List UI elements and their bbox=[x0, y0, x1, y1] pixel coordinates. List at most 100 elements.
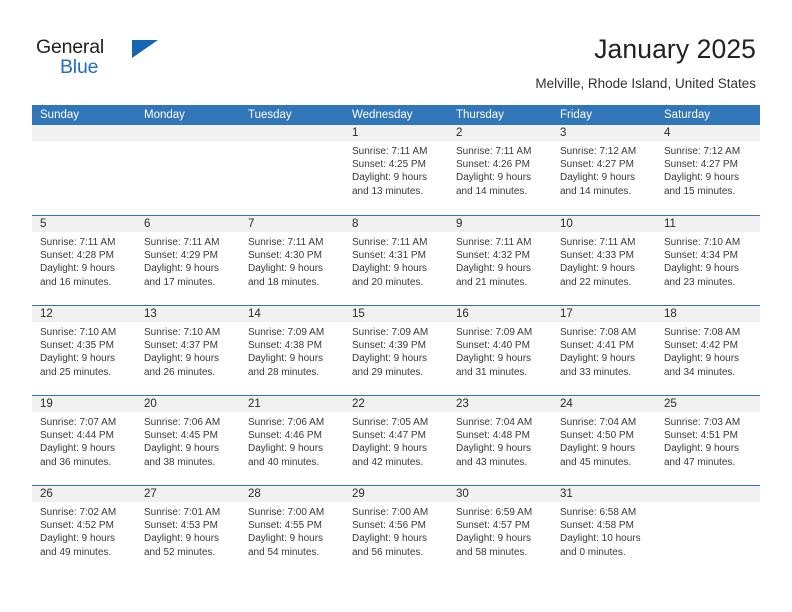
calendar-day-cell[interactable]: 3 Sunrise: 7:12 AM Sunset: 4:27 PM Daylight… bbox=[552, 125, 656, 215]
sunrise-time: Sunrise: 7:09 AM bbox=[352, 327, 429, 338]
day-number bbox=[240, 125, 344, 142]
calendar-day-cell[interactable]: 12 Sunrise: 7:10 AM Sunset: 4:35 PM Dayligh… bbox=[32, 306, 136, 395]
calendar-day-cell-empty bbox=[136, 125, 240, 215]
calendar-day-cell[interactable]: 5 Sunrise: 7:11 AM Sunset: 4:28 PM Daylight… bbox=[32, 216, 136, 305]
day-sun-info: Sunrise: 7:00 AM Sunset: 4:56 PM Daylight:… bbox=[344, 503, 448, 559]
calendar-day-cell[interactable]: 1 Sunrise: 7:11 AM Sunset: 4:25 PM Daylight… bbox=[344, 125, 448, 215]
calendar-day-cell[interactable]: 31 Sunrise: 6:58 AM Sunset: 4:58 PM Dayligh… bbox=[552, 486, 656, 575]
calendar-day-cell[interactable]: 2 Sunrise: 7:11 AM Sunset: 4:26 PM Daylight… bbox=[448, 125, 552, 215]
calendar-day-cell[interactable]: 14 Sunrise: 7:09 AM Sunset: 4:38 PM Dayligh… bbox=[240, 306, 344, 395]
day-number bbox=[32, 125, 136, 142]
day-sun-info: Sunrise: 7:08 AM Sunset: 4:41 PM Daylight:… bbox=[552, 323, 656, 379]
sunrise-time: Sunrise: 7:11 AM bbox=[352, 237, 428, 248]
sunrise-time: Sunrise: 7:09 AM bbox=[248, 327, 325, 338]
calendar-day-cell[interactable]: 4 Sunrise: 7:12 AM Sunset: 4:27 PM Daylight… bbox=[656, 125, 760, 215]
sunrise-time: Sunrise: 7:09 AM bbox=[456, 327, 533, 338]
weekday-header-sunday: Sunday bbox=[40, 109, 80, 121]
calendar-day-cell[interactable]: 27 Sunrise: 7:01 AM Sunset: 4:53 PM Dayligh… bbox=[136, 486, 240, 575]
daylight-duration-line2: and 52 minutes. bbox=[144, 546, 216, 558]
sunset-time: Sunset: 4:34 PM bbox=[664, 250, 738, 262]
daylight-duration-line1: Daylight: 9 hours bbox=[144, 533, 220, 545]
sunrise-time: Sunrise: 7:08 AM bbox=[664, 327, 741, 338]
day-sun-info: Sunrise: 7:11 AM Sunset: 4:31 PM Daylight:… bbox=[344, 233, 448, 289]
day-sun-info: Sunrise: 7:10 AM Sunset: 4:34 PM Daylight:… bbox=[656, 233, 760, 289]
calendar-day-cell[interactable]: 20 Sunrise: 7:06 AM Sunset: 4:45 PM Dayligh… bbox=[136, 396, 240, 485]
sunrise-time: Sunrise: 7:06 AM bbox=[144, 417, 221, 428]
daylight-duration-line2: and 14 minutes. bbox=[456, 185, 528, 197]
sunset-time: Sunset: 4:56 PM bbox=[352, 520, 426, 532]
day-number: 7 bbox=[240, 216, 344, 233]
daylight-duration-line2: and 31 minutes. bbox=[456, 366, 528, 378]
day-sun-info: Sunrise: 7:06 AM Sunset: 4:46 PM Daylight:… bbox=[240, 413, 344, 469]
day-sun-info: Sunrise: 7:00 AM Sunset: 4:55 PM Daylight:… bbox=[240, 503, 344, 559]
daylight-duration-line2: and 18 minutes. bbox=[248, 276, 320, 288]
calendar-day-cell[interactable]: 17 Sunrise: 7:08 AM Sunset: 4:41 PM Dayligh… bbox=[552, 306, 656, 395]
sunrise-time: Sunrise: 7:10 AM bbox=[664, 237, 741, 248]
sunset-time: Sunset: 4:50 PM bbox=[560, 430, 634, 442]
sunrise-time: Sunrise: 7:11 AM bbox=[456, 146, 532, 157]
sunset-time: Sunset: 4:47 PM bbox=[352, 430, 426, 442]
sunset-time: Sunset: 4:33 PM bbox=[560, 250, 634, 262]
general-blue-logo[interactable]: General Blue bbox=[36, 36, 158, 84]
calendar-day-cell[interactable]: 24 Sunrise: 7:04 AM Sunset: 4:50 PM Dayligh… bbox=[552, 396, 656, 485]
calendar-day-cell[interactable]: 7 Sunrise: 7:11 AM Sunset: 4:30 PM Daylight… bbox=[240, 216, 344, 305]
calendar-day-cell[interactable]: 29 Sunrise: 7:00 AM Sunset: 4:56 PM Dayligh… bbox=[344, 486, 448, 575]
day-sun-info: Sunrise: 7:11 AM Sunset: 4:33 PM Daylight:… bbox=[552, 233, 656, 289]
sunset-time: Sunset: 4:32 PM bbox=[456, 250, 530, 262]
daylight-duration-line1: Daylight: 9 hours bbox=[144, 443, 220, 455]
sunrise-time: Sunrise: 6:58 AM bbox=[560, 507, 637, 518]
calendar-day-cell[interactable]: 15 Sunrise: 7:09 AM Sunset: 4:39 PM Dayligh… bbox=[344, 306, 448, 395]
day-sun-info: Sunrise: 7:08 AM Sunset: 4:42 PM Daylight:… bbox=[656, 323, 760, 379]
daylight-duration-line2: and 25 minutes. bbox=[40, 366, 112, 378]
daylight-duration-line2: and 56 minutes. bbox=[352, 546, 424, 558]
calendar-day-cell[interactable]: 10 Sunrise: 7:11 AM Sunset: 4:33 PM Dayligh… bbox=[552, 216, 656, 305]
day-number: 3 bbox=[552, 125, 656, 142]
sunset-time: Sunset: 4:51 PM bbox=[664, 430, 738, 442]
sunrise-time: Sunrise: 7:11 AM bbox=[248, 237, 324, 248]
daylight-duration-line1: Daylight: 9 hours bbox=[352, 172, 428, 184]
daylight-duration-line2: and 34 minutes. bbox=[664, 366, 736, 378]
day-number: 13 bbox=[136, 306, 240, 323]
calendar-week-row: 12 Sunrise: 7:10 AM Sunset: 4:35 PM Dayligh… bbox=[32, 305, 760, 395]
sunset-time: Sunset: 4:28 PM bbox=[40, 250, 114, 262]
calendar-day-cell[interactable]: 25 Sunrise: 7:03 AM Sunset: 4:51 PM Dayligh… bbox=[656, 396, 760, 485]
daylight-duration-line2: and 23 minutes. bbox=[664, 276, 736, 288]
sunset-time: Sunset: 4:42 PM bbox=[664, 340, 738, 352]
day-sun-info: Sunrise: 7:05 AM Sunset: 4:47 PM Daylight:… bbox=[344, 413, 448, 469]
calendar-day-cell[interactable]: 26 Sunrise: 7:02 AM Sunset: 4:52 PM Dayligh… bbox=[32, 486, 136, 575]
calendar-day-cell[interactable]: 11 Sunrise: 7:10 AM Sunset: 4:34 PM Dayligh… bbox=[656, 216, 760, 305]
calendar-day-cell[interactable]: 16 Sunrise: 7:09 AM Sunset: 4:40 PM Dayligh… bbox=[448, 306, 552, 395]
calendar-day-cell[interactable]: 28 Sunrise: 7:00 AM Sunset: 4:55 PM Dayligh… bbox=[240, 486, 344, 575]
day-sun-info: Sunrise: 7:07 AM Sunset: 4:44 PM Daylight:… bbox=[32, 413, 136, 469]
sunrise-time: Sunrise: 7:10 AM bbox=[40, 327, 117, 338]
day-number: 17 bbox=[552, 306, 656, 323]
calendar-day-cell[interactable]: 23 Sunrise: 7:04 AM Sunset: 4:48 PM Dayligh… bbox=[448, 396, 552, 485]
calendar-day-cell[interactable]: 6 Sunrise: 7:11 AM Sunset: 4:29 PM Daylight… bbox=[136, 216, 240, 305]
day-sun-info: Sunrise: 7:06 AM Sunset: 4:45 PM Daylight:… bbox=[136, 413, 240, 469]
day-sun-info: Sunrise: 7:09 AM Sunset: 4:39 PM Daylight:… bbox=[344, 323, 448, 379]
calendar-day-cell[interactable]: 30 Sunrise: 6:59 AM Sunset: 4:57 PM Dayligh… bbox=[448, 486, 552, 575]
calendar-day-cell-empty bbox=[32, 125, 136, 215]
sunset-time: Sunset: 4:27 PM bbox=[664, 159, 738, 171]
calendar-day-cell[interactable]: 22 Sunrise: 7:05 AM Sunset: 4:47 PM Dayligh… bbox=[344, 396, 448, 485]
sunrise-time: Sunrise: 7:05 AM bbox=[352, 417, 429, 428]
calendar-day-cell[interactable]: 18 Sunrise: 7:08 AM Sunset: 4:42 PM Dayligh… bbox=[656, 306, 760, 395]
day-number bbox=[656, 486, 760, 503]
page-header: General Blue January 2025 Melville, Rhod… bbox=[0, 0, 792, 100]
day-number: 1 bbox=[344, 125, 448, 142]
daylight-duration-line1: Daylight: 9 hours bbox=[664, 443, 740, 455]
calendar-day-cell[interactable]: 8 Sunrise: 7:11 AM Sunset: 4:31 PM Daylight… bbox=[344, 216, 448, 305]
calendar-day-cell[interactable]: 13 Sunrise: 7:10 AM Sunset: 4:37 PM Dayligh… bbox=[136, 306, 240, 395]
sunrise-time: Sunrise: 7:02 AM bbox=[40, 507, 117, 518]
calendar-day-cell-empty bbox=[656, 486, 760, 575]
weekday-header-friday: Friday bbox=[560, 109, 592, 121]
calendar-day-cell[interactable]: 21 Sunrise: 7:06 AM Sunset: 4:46 PM Dayligh… bbox=[240, 396, 344, 485]
location-subtitle: Melville, Rhode Island, United States bbox=[535, 76, 756, 91]
triangle-icon bbox=[132, 40, 158, 58]
day-number: 31 bbox=[552, 486, 656, 503]
calendar-day-cell[interactable]: 19 Sunrise: 7:07 AM Sunset: 4:44 PM Dayligh… bbox=[32, 396, 136, 485]
day-sun-info: Sunrise: 7:09 AM Sunset: 4:38 PM Daylight:… bbox=[240, 323, 344, 379]
day-sun-info: Sunrise: 7:04 AM Sunset: 4:48 PM Daylight:… bbox=[448, 413, 552, 469]
calendar-day-cell[interactable]: 9 Sunrise: 7:11 AM Sunset: 4:32 PM Daylight… bbox=[448, 216, 552, 305]
daylight-duration-line2: and 45 minutes. bbox=[560, 456, 632, 468]
